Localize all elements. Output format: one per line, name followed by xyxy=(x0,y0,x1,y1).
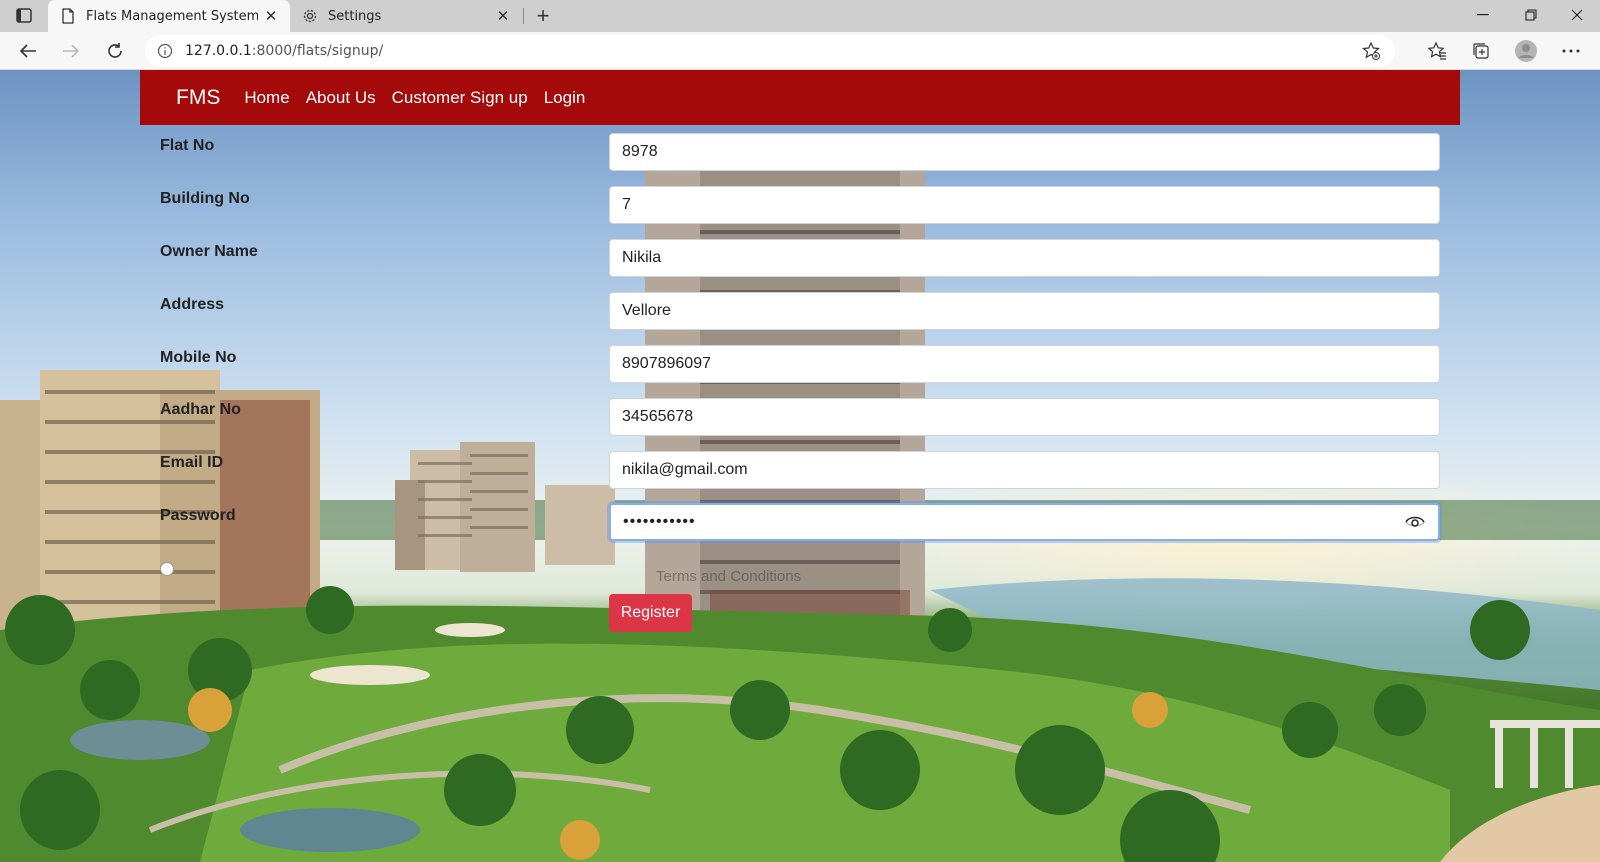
address-input[interactable]: Vellore xyxy=(609,292,1440,330)
tab-title: Flats Management System xyxy=(86,8,258,24)
tab-actions-icon[interactable] xyxy=(12,7,36,25)
address-label: Address xyxy=(160,296,225,313)
page-background: FMS Home About Us Customer Sign up Login… xyxy=(0,70,1600,862)
navbar-brand[interactable]: FMS xyxy=(176,86,220,110)
url-path: :8000/flats/signup/ xyxy=(251,43,384,59)
back-icon[interactable] xyxy=(13,36,43,66)
email-id-value: nikila@gmail.com xyxy=(622,461,748,478)
address-bar[interactable]: 127.0.0.1:8000/flats/signup/ xyxy=(145,35,1395,67)
building-no-input[interactable]: 7 xyxy=(609,186,1440,224)
close-tab-icon[interactable]: ✕ xyxy=(258,3,284,29)
nav-link-about-us[interactable]: About Us xyxy=(306,88,376,108)
nav-link-customer-sign-up[interactable]: Customer Sign up xyxy=(392,88,528,108)
navbar: FMS Home About Us Customer Sign up Login xyxy=(140,70,1460,125)
flat-no-label: Flat No xyxy=(160,137,215,154)
address-value: Vellore xyxy=(622,302,671,319)
add-favorite-icon[interactable] xyxy=(1361,41,1381,61)
tab-title: Settings xyxy=(328,8,382,24)
browser-tab-bar: Flats Management System ✕ Settings ✕ + xyxy=(0,0,1600,32)
tab-flats-management[interactable]: Flats Management System ✕ xyxy=(48,0,290,32)
aadhar-no-input[interactable]: 34565678 xyxy=(609,398,1440,436)
owner-name-label: Owner Name xyxy=(160,243,258,260)
refresh-icon[interactable] xyxy=(100,36,130,66)
aadhar-no-label: Aadhar No xyxy=(160,401,241,418)
tab-separator xyxy=(523,8,524,24)
restore-icon[interactable] xyxy=(1508,0,1554,30)
favorites-icon[interactable] xyxy=(1422,36,1452,66)
browser-toolbar: 127.0.0.1:8000/flats/signup/ xyxy=(0,32,1600,70)
close-tab-icon[interactable]: ✕ xyxy=(490,3,516,29)
tab-settings[interactable]: Settings ✕ xyxy=(290,0,522,32)
info-icon[interactable] xyxy=(155,41,175,61)
register-button[interactable]: Register xyxy=(609,594,692,632)
new-tab-icon[interactable]: + xyxy=(530,3,556,29)
password-label: Password xyxy=(160,507,236,524)
profile-avatar-icon[interactable] xyxy=(1511,36,1541,66)
building-no-value: 7 xyxy=(622,196,631,213)
forward-icon[interactable] xyxy=(56,36,86,66)
password-input[interactable]: ••••••••••• xyxy=(609,503,1440,541)
close-window-icon[interactable] xyxy=(1554,0,1600,30)
flat-no-input[interactable]: 8978 xyxy=(609,133,1440,171)
terms-radio[interactable] xyxy=(160,562,174,576)
show-password-eye-icon[interactable] xyxy=(1404,511,1426,533)
owner-name-input[interactable]: Nikila xyxy=(609,239,1440,277)
email-id-label: Email ID xyxy=(160,454,224,471)
collections-icon[interactable] xyxy=(1466,36,1496,66)
owner-name-value: Nikila xyxy=(622,249,662,266)
password-value: ••••••••••• xyxy=(623,513,696,530)
aadhar-no-value: 34565678 xyxy=(622,408,694,425)
flat-no-value: 8978 xyxy=(622,143,658,160)
url-text: 127.0.0.1:8000/flats/signup/ xyxy=(185,43,383,59)
url-host: 127.0.0.1 xyxy=(185,43,252,59)
building-no-label: Building No xyxy=(160,190,250,207)
page-icon xyxy=(60,8,76,24)
nav-link-home[interactable]: Home xyxy=(244,88,289,108)
mobile-no-input[interactable]: 8907896097 xyxy=(609,345,1440,383)
more-options-icon[interactable] xyxy=(1556,36,1586,66)
nav-link-login[interactable]: Login xyxy=(544,88,586,108)
minimize-icon[interactable] xyxy=(1460,0,1506,30)
terms-text[interactable]: Terms and Conditions xyxy=(656,568,801,585)
mobile-no-label: Mobile No xyxy=(160,349,237,366)
mobile-no-value: 8907896097 xyxy=(622,355,711,372)
gear-icon xyxy=(302,8,318,24)
email-id-input[interactable]: nikila@gmail.com xyxy=(609,451,1440,489)
